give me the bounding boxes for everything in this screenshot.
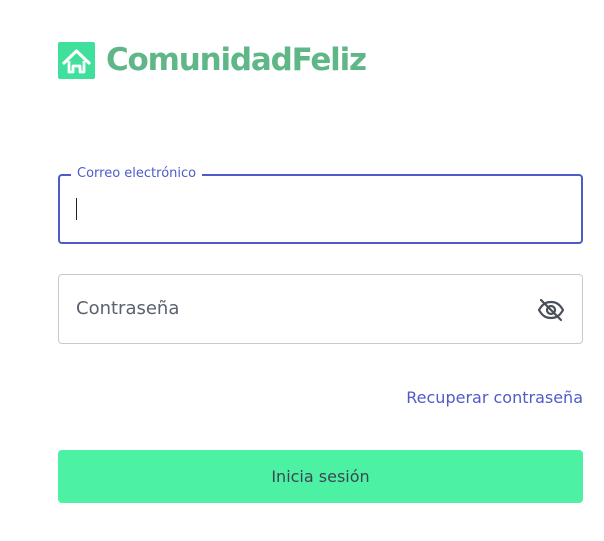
recover-password-link[interactable]: Recuperar contraseña bbox=[406, 387, 583, 409]
text-caret bbox=[76, 198, 77, 220]
brand-name: ComunidadFeliz bbox=[106, 42, 367, 78]
house-logo-icon bbox=[58, 41, 95, 79]
eye-slash-icon bbox=[537, 298, 565, 322]
show-password-toggle[interactable] bbox=[536, 295, 566, 325]
brand-logo: ComunidadFeliz bbox=[58, 40, 367, 80]
password-field[interactable]: Contraseña bbox=[58, 274, 583, 344]
email-label: Correo electrónico bbox=[71, 166, 203, 182]
password-placeholder: Contraseña bbox=[76, 298, 180, 319]
email-field[interactable]: Correo electrónico bbox=[58, 166, 583, 244]
login-button[interactable]: Inicia sesión bbox=[58, 450, 583, 503]
